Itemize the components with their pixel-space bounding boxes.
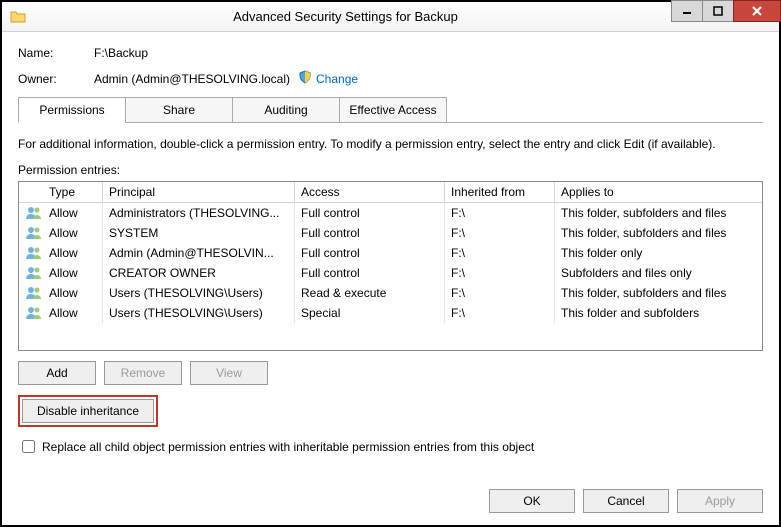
col-type[interactable]: Type bbox=[43, 182, 103, 202]
view-button: View bbox=[190, 361, 268, 385]
cell-type: Allow bbox=[43, 303, 103, 323]
cell-principal: Users (THESOLVING\Users) bbox=[103, 303, 295, 323]
cell-applies: This folder, subfolders and files bbox=[555, 203, 762, 223]
tab-permissions[interactable]: Permissions bbox=[18, 97, 126, 123]
cell-applies: Subfolders and files only bbox=[555, 263, 762, 283]
cell-inherited: F:\ bbox=[445, 203, 555, 223]
replace-child-label: Replace all child object permission entr… bbox=[42, 440, 534, 454]
table-row[interactable]: AllowSYSTEMFull controlF:\This folder, s… bbox=[19, 223, 762, 243]
disable-inheritance-highlight: Disable inheritance bbox=[18, 395, 158, 427]
users-icon bbox=[25, 205, 43, 222]
cell-access: Full control bbox=[295, 203, 445, 223]
cell-applies: This folder only bbox=[555, 243, 762, 263]
col-applies[interactable]: Applies to bbox=[555, 182, 762, 202]
apply-button: Apply bbox=[677, 489, 763, 513]
table-row[interactable]: AllowAdministrators (THESOLVING...Full c… bbox=[19, 203, 762, 223]
tab-auditing[interactable]: Auditing bbox=[232, 97, 340, 122]
cell-inherited: F:\ bbox=[445, 283, 555, 303]
col-principal[interactable]: Principal bbox=[103, 182, 295, 202]
name-value: F:\Backup bbox=[94, 46, 148, 60]
cell-type: Allow bbox=[43, 283, 103, 303]
minimize-button[interactable] bbox=[671, 0, 703, 22]
list-header: Type Principal Access Inherited from App… bbox=[19, 182, 762, 203]
cell-type: Allow bbox=[43, 243, 103, 263]
window-title: Advanced Security Settings for Backup bbox=[32, 9, 779, 24]
table-row[interactable]: AllowUsers (THESOLVING\Users)Read & exec… bbox=[19, 283, 762, 303]
cell-access: Read & execute bbox=[295, 283, 445, 303]
tab-description: For additional information, double-click… bbox=[18, 137, 763, 151]
entries-label: Permission entries: bbox=[18, 163, 763, 177]
cell-access: Full control bbox=[295, 243, 445, 263]
table-row[interactable]: AllowUsers (THESOLVING\Users)SpecialF:\T… bbox=[19, 303, 762, 323]
cell-applies: This folder and subfolders bbox=[555, 303, 762, 323]
tab-strip: Permissions Share Auditing Effective Acc… bbox=[18, 97, 763, 123]
close-button[interactable] bbox=[733, 0, 781, 22]
owner-value: Admin (Admin@THESOLVING.local) bbox=[94, 72, 290, 86]
cell-inherited: F:\ bbox=[445, 223, 555, 243]
owner-label: Owner: bbox=[18, 72, 94, 86]
cell-access: Full control bbox=[295, 223, 445, 243]
users-icon bbox=[25, 265, 43, 282]
remove-button: Remove bbox=[104, 361, 182, 385]
disable-inheritance-button[interactable]: Disable inheritance bbox=[22, 399, 154, 423]
cell-inherited: F:\ bbox=[445, 303, 555, 323]
cell-type: Allow bbox=[43, 203, 103, 223]
name-label: Name: bbox=[18, 46, 94, 60]
add-button[interactable]: Add bbox=[18, 361, 96, 385]
tab-effective-access[interactable]: Effective Access bbox=[339, 97, 447, 122]
cell-type: Allow bbox=[43, 223, 103, 243]
users-icon bbox=[25, 305, 43, 322]
cell-type: Allow bbox=[43, 263, 103, 283]
cell-principal: Administrators (THESOLVING... bbox=[103, 203, 295, 223]
cancel-button[interactable]: Cancel bbox=[583, 489, 669, 513]
cell-inherited: F:\ bbox=[445, 263, 555, 283]
change-owner-link[interactable]: Change bbox=[316, 72, 358, 86]
cell-principal: CREATOR OWNER bbox=[103, 263, 295, 283]
folder-icon bbox=[10, 9, 26, 25]
users-icon bbox=[25, 245, 43, 262]
maximize-button[interactable] bbox=[702, 0, 734, 22]
col-inherited[interactable]: Inherited from bbox=[445, 182, 555, 202]
cell-principal: Admin (Admin@THESOLVIN... bbox=[103, 243, 295, 263]
cell-principal: SYSTEM bbox=[103, 223, 295, 243]
cell-access: Full control bbox=[295, 263, 445, 283]
cell-applies: This folder, subfolders and files bbox=[555, 223, 762, 243]
users-icon bbox=[25, 225, 43, 242]
tab-share[interactable]: Share bbox=[125, 97, 233, 122]
cell-applies: This folder, subfolders and files bbox=[555, 283, 762, 303]
cell-principal: Users (THESOLVING\Users) bbox=[103, 283, 295, 303]
permission-list[interactable]: Type Principal Access Inherited from App… bbox=[18, 181, 763, 351]
users-icon bbox=[25, 285, 43, 302]
cell-access: Special bbox=[295, 303, 445, 323]
col-access[interactable]: Access bbox=[295, 182, 445, 202]
table-row[interactable]: AllowCREATOR OWNERFull controlF:\Subfold… bbox=[19, 263, 762, 283]
shield-icon bbox=[298, 70, 312, 87]
titlebar: Advanced Security Settings for Backup bbox=[2, 2, 779, 32]
table-row[interactable]: AllowAdmin (Admin@THESOLVIN...Full contr… bbox=[19, 243, 762, 263]
replace-child-checkbox[interactable] bbox=[22, 440, 35, 453]
ok-button[interactable]: OK bbox=[489, 489, 575, 513]
cell-inherited: F:\ bbox=[445, 243, 555, 263]
